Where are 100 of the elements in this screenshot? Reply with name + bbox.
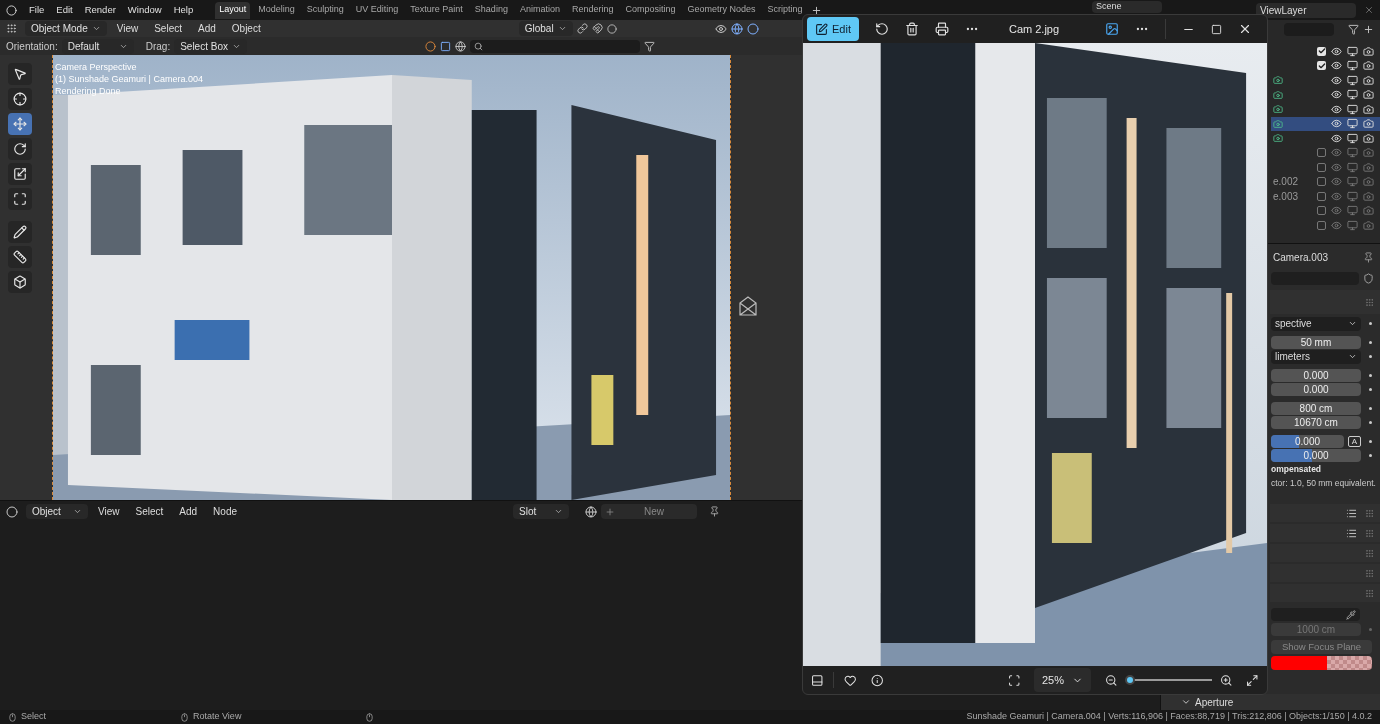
exclude-checkbox[interactable] bbox=[1317, 220, 1326, 230]
measure-icon[interactable] bbox=[13, 250, 27, 264]
eye-icon[interactable] bbox=[1331, 103, 1342, 115]
workspace-tab[interactable]: Texture Paint bbox=[406, 1, 467, 19]
workspace-tab[interactable]: Layout bbox=[215, 1, 251, 19]
filter-icon[interactable] bbox=[1348, 23, 1359, 35]
color-icon[interactable] bbox=[424, 40, 436, 52]
zoom-dropdown[interactable]: 25% bbox=[1034, 668, 1091, 692]
workspace-tab[interactable]: UV Editing bbox=[351, 1, 403, 19]
pin-icon[interactable] bbox=[709, 506, 720, 517]
material-icon[interactable] bbox=[585, 505, 597, 518]
exclude-checkbox[interactable] bbox=[1317, 162, 1326, 172]
property-field[interactable]: 10670 cm bbox=[1271, 416, 1361, 429]
eye-icon[interactable] bbox=[1331, 74, 1342, 86]
outliner-row[interactable]: e.003 bbox=[1271, 189, 1380, 204]
filter-icon[interactable] bbox=[643, 40, 655, 52]
material-shading-icon[interactable] bbox=[454, 40, 466, 52]
zoom-in-icon[interactable] bbox=[1220, 673, 1233, 687]
fit-to-window-icon[interactable] bbox=[1007, 673, 1020, 687]
zoom-slider[interactable] bbox=[1125, 673, 1212, 687]
menu-item[interactable]: File bbox=[25, 2, 49, 18]
print-icon[interactable] bbox=[934, 22, 949, 36]
render-icon[interactable] bbox=[1363, 103, 1374, 115]
info-icon[interactable] bbox=[870, 673, 884, 687]
aperture-panel-header[interactable]: Aperture bbox=[1161, 694, 1380, 710]
workspace-tab[interactable]: Rendering bbox=[567, 1, 618, 19]
monitor-icon[interactable] bbox=[1347, 103, 1358, 115]
render-icon[interactable] bbox=[1363, 60, 1374, 72]
eye-icon[interactable] bbox=[1331, 132, 1342, 144]
maximize-icon[interactable] bbox=[1211, 23, 1223, 35]
exclude-checkbox[interactable] bbox=[1317, 46, 1326, 56]
add-workspace-icon[interactable] bbox=[810, 4, 822, 16]
render-icon[interactable] bbox=[1363, 132, 1374, 144]
property-field[interactable]: 0.000 bbox=[1271, 369, 1361, 382]
eye-icon[interactable] bbox=[1331, 60, 1342, 72]
visibility-icon[interactable] bbox=[714, 22, 727, 35]
new-collection-icon[interactable] bbox=[1363, 23, 1374, 35]
transform-orientation-dropdown[interactable]: Default bbox=[61, 38, 134, 54]
cursor-icon[interactable] bbox=[13, 92, 27, 106]
add-cube-icon[interactable] bbox=[13, 275, 27, 289]
focus-object-field[interactable] bbox=[1271, 608, 1360, 621]
property-field[interactable]: 800 cm bbox=[1271, 402, 1361, 415]
focus-plane-color[interactable] bbox=[1271, 656, 1372, 670]
eye-icon[interactable] bbox=[1331, 45, 1342, 57]
eyedropper-icon[interactable] bbox=[1346, 609, 1356, 620]
pin-icon[interactable] bbox=[1363, 251, 1374, 263]
menu-item[interactable]: Select bbox=[129, 504, 170, 519]
edit-button[interactable]: Edit bbox=[807, 17, 859, 41]
menu-item[interactable]: Add bbox=[173, 504, 204, 519]
workspace-tab[interactable]: Shading bbox=[470, 1, 512, 19]
menu-item[interactable]: Window bbox=[123, 2, 166, 18]
snap-icon[interactable] bbox=[591, 23, 603, 34]
photos-app-icon[interactable] bbox=[1105, 22, 1120, 36]
menu-item[interactable]: View bbox=[110, 21, 145, 36]
preset-list-icon[interactable] bbox=[1346, 507, 1357, 519]
preset-list-icon[interactable] bbox=[1346, 527, 1357, 539]
monitor-icon[interactable] bbox=[1347, 45, 1358, 57]
exclude-checkbox[interactable] bbox=[1317, 61, 1326, 71]
property-field[interactable]: 50 mm bbox=[1271, 336, 1361, 349]
menu-item[interactable]: Node bbox=[207, 504, 243, 519]
delete-icon[interactable] bbox=[904, 22, 919, 36]
scene-field[interactable]: Scene bbox=[1092, 1, 1162, 13]
filmstrip-icon[interactable] bbox=[811, 673, 824, 687]
full-screen-icon[interactable] bbox=[1246, 673, 1259, 687]
menu-item[interactable]: View bbox=[92, 504, 126, 519]
slot-dropdown[interactable]: Slot bbox=[513, 504, 569, 519]
search-field[interactable] bbox=[469, 39, 640, 53]
solid-shading-icon[interactable] bbox=[439, 40, 451, 52]
annotate-icon[interactable] bbox=[13, 225, 27, 239]
new-material-button[interactable]: New bbox=[601, 504, 697, 519]
workspace-tab[interactable]: Compositing bbox=[621, 1, 680, 19]
rotate-icon[interactable] bbox=[13, 142, 27, 156]
animate-toggle[interactable]: A bbox=[1348, 436, 1361, 447]
orientation-dropdown[interactable]: Global bbox=[518, 21, 573, 36]
workspace-tab[interactable]: Scripting bbox=[763, 1, 807, 19]
slider-thumb[interactable] bbox=[1125, 675, 1136, 685]
exclude-checkbox[interactable] bbox=[1317, 206, 1326, 216]
monitor-icon[interactable] bbox=[1347, 74, 1358, 86]
menu-item[interactable]: Help bbox=[169, 2, 198, 18]
workspace-tab[interactable]: Geometry Nodes bbox=[683, 1, 760, 19]
menu-item[interactable]: Edit bbox=[52, 2, 77, 18]
move-icon[interactable] bbox=[13, 117, 27, 131]
zoom-out-icon[interactable] bbox=[1105, 673, 1118, 687]
render-icon[interactable] bbox=[1363, 45, 1374, 57]
render-icon[interactable] bbox=[1363, 89, 1374, 101]
monitor-icon[interactable] bbox=[1347, 118, 1358, 130]
favorite-icon[interactable] bbox=[844, 673, 857, 687]
property-dropdown[interactable]: spective bbox=[1271, 316, 1361, 331]
render-icon[interactable] bbox=[1363, 118, 1374, 130]
rotate-icon[interactable] bbox=[874, 22, 889, 36]
view-layer-field[interactable]: ViewLayer bbox=[1256, 2, 1356, 18]
monitor-icon[interactable] bbox=[1347, 132, 1358, 144]
menu-item[interactable]: Render bbox=[80, 2, 120, 18]
mode-dropdown[interactable]: Object Mode bbox=[25, 21, 107, 36]
outliner-row[interactable]: e.002 bbox=[1271, 174, 1380, 189]
transform-icon[interactable] bbox=[13, 192, 27, 206]
menu-item[interactable]: Select bbox=[148, 21, 188, 36]
object-dropdown[interactable]: Object bbox=[26, 504, 88, 519]
exclude-checkbox[interactable] bbox=[1317, 148, 1326, 158]
menu-item[interactable]: Object bbox=[225, 21, 267, 36]
